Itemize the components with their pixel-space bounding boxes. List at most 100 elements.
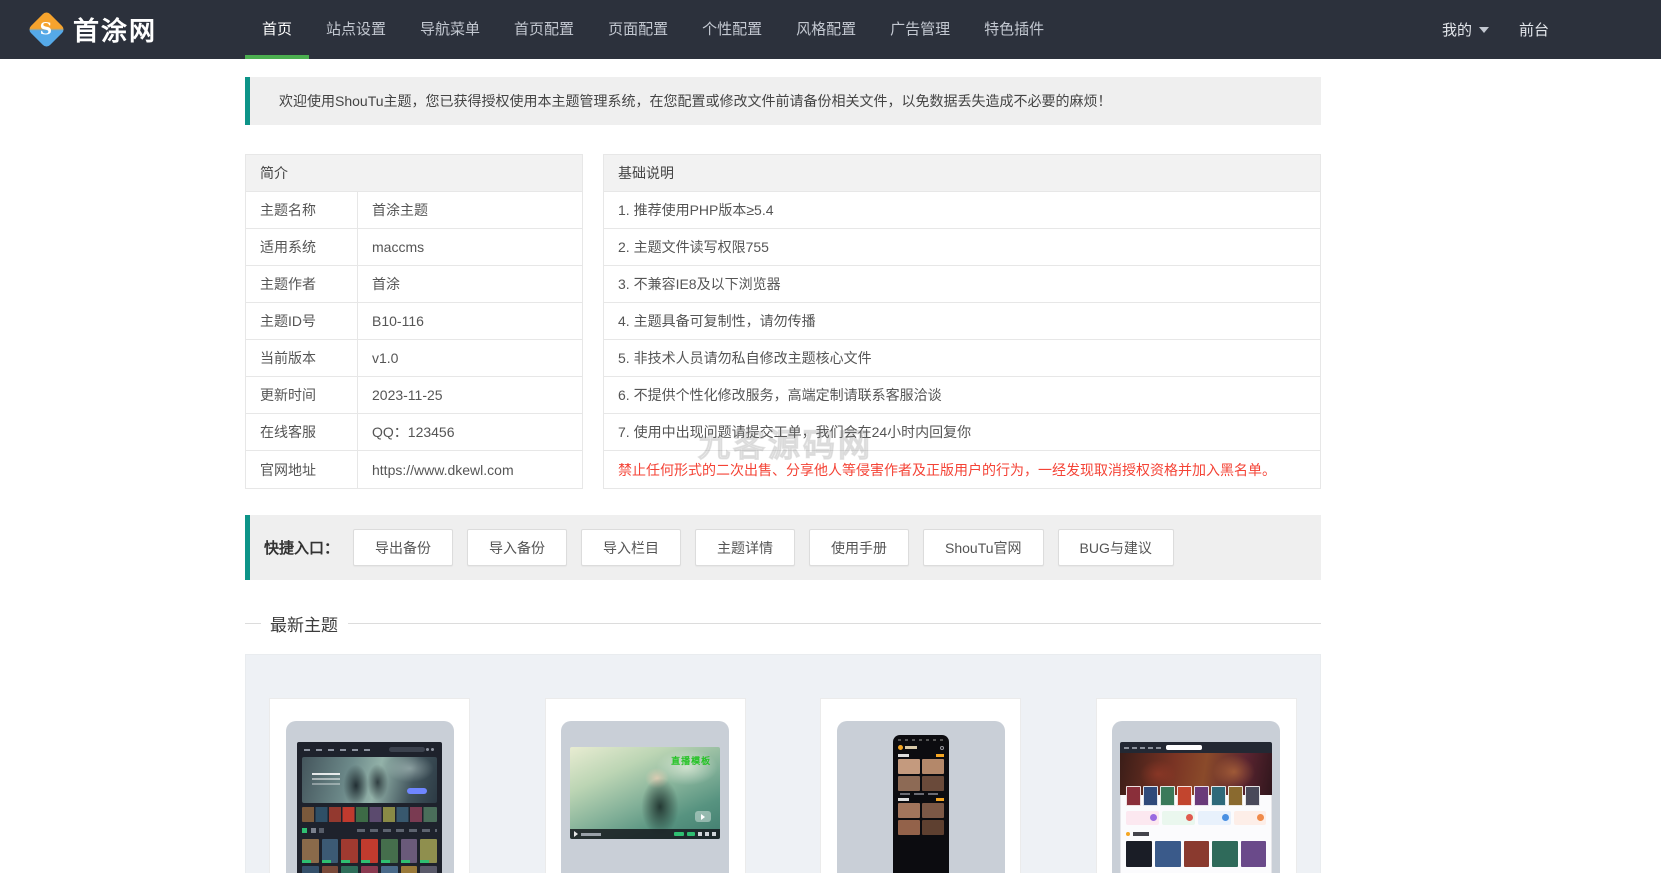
mock-poster-grid — [302, 839, 437, 873]
theme-screenshot-light-desktop — [1120, 742, 1272, 873]
table-row: 4. 主题具备可复制性，请勿传播 — [604, 303, 1320, 340]
nav-item-plugins[interactable]: 特色插件 — [967, 0, 1061, 59]
theme-screenshot-dark-desktop — [297, 742, 442, 873]
row-value: 首涂主题 — [358, 192, 582, 228]
main-content: 欢迎使用ShouTu主题，您已获得授权使用本主题管理系统，在您配置或修改文件前请… — [245, 59, 1321, 873]
nav-item-ad-manage[interactable]: 广告管理 — [873, 0, 967, 59]
note-text: 4. 主题具备可复制性，请勿传播 — [604, 303, 1320, 339]
row-value: QQ：123456 — [358, 414, 582, 450]
welcome-alert: 欢迎使用ShouTu主题，您已获得授权使用本主题管理系统，在您配置或修改文件前请… — [245, 77, 1321, 125]
mock-navbar — [302, 745, 437, 755]
mock-section-row — [898, 754, 944, 757]
nav-item-page-config[interactable]: 页面配置 — [591, 0, 685, 59]
mock-status-bar — [898, 739, 944, 741]
chevron-down-icon — [1479, 27, 1489, 33]
mock-search-pill — [1166, 745, 1202, 750]
table-row: 6. 不提供个性化修改服务，高端定制请联系客服洽谈 — [604, 377, 1320, 414]
table-row: 主题名称 首涂主题 — [246, 192, 582, 229]
frontend-link[interactable]: 前台 — [1519, 19, 1549, 40]
theme-preview-frame — [1112, 721, 1280, 873]
row-value: B10-116 — [358, 303, 582, 339]
notes-table-title: 基础说明 — [604, 155, 1320, 192]
quick-entry-bar: 快捷入口： 导出备份 导入备份 导入栏目 主题详情 使用手册 ShouTu官网 … — [245, 515, 1321, 580]
row-label: 在线客服 — [246, 414, 358, 450]
note-text: 3. 不兼容IE8及以下浏览器 — [604, 266, 1320, 302]
table-row: 7. 使用中出现问题请提交工单，我们会在24小时内回复你 — [604, 414, 1320, 451]
theme-preview-frame — [837, 721, 1005, 873]
row-value: 2023-11-25 — [358, 377, 582, 413]
mock-hero-banner — [302, 757, 437, 803]
theme-card-mobile-app[interactable] — [820, 698, 1021, 873]
nav-item-site-settings[interactable]: 站点设置 — [309, 0, 403, 59]
note-text: 6. 不提供个性化修改服务，高端定制请联系客服洽谈 — [604, 377, 1320, 413]
play-button-icon — [695, 811, 711, 822]
table-row: 禁止任何形式的二次出售、分享他人等侵害作者及正版用户的行为，一经发现取消授权资格… — [604, 451, 1320, 488]
table-row: 主题ID号 B10-116 — [246, 303, 582, 340]
top-navbar: S 首涂网 首页 站点设置 导航菜单 首页配置 页面配置 个性配置 风格配置 广… — [0, 0, 1661, 59]
nav-item-personal-config[interactable]: 个性配置 — [685, 0, 779, 59]
mock-thumbnail-strip — [302, 807, 437, 822]
row-label: 适用系统 — [246, 229, 358, 265]
theme-card-dark-desktop[interactable] — [269, 698, 470, 873]
mock-section-row — [898, 798, 944, 801]
mock-section-header — [302, 828, 437, 834]
nav-item-nav-menu[interactable]: 导航菜单 — [403, 0, 497, 59]
theme-details-button[interactable]: 主题详情 — [695, 529, 795, 566]
table-row: 官网地址 https://www.dkewl.com — [246, 451, 582, 488]
table-row: 3. 不兼容IE8及以下浏览器 — [604, 266, 1320, 303]
mock-poster-grid — [1120, 836, 1272, 867]
mock-tile-grid — [898, 803, 944, 835]
nav-item-home-config[interactable]: 首页配置 — [497, 0, 591, 59]
theme-preview-frame: 直播模板 — [561, 721, 729, 873]
note-text: 7. 使用中出现问题请提交工单，我们会在24小时内回复你 — [604, 414, 1320, 450]
nav-item-home[interactable]: 首页 — [245, 0, 309, 59]
mock-app-header — [898, 745, 944, 750]
theme-card-light-desktop[interactable] — [1096, 698, 1297, 873]
mock-poster-row — [1120, 786, 1272, 806]
mock-promo-cards — [1120, 806, 1272, 825]
welcome-alert-text: 欢迎使用ShouTu主题，您已获得授权使用本主题管理系统，在您配置或修改文件前请… — [279, 91, 1112, 111]
my-dropdown[interactable]: 我的 — [1442, 19, 1489, 40]
site-logo[interactable]: S 首涂网 — [0, 0, 245, 59]
intro-table: 简介 主题名称 首涂主题 适用系统 maccms 主题作者 首涂 主题ID号 B… — [245, 154, 583, 489]
import-backup-button[interactable]: 导入备份 — [467, 529, 567, 566]
row-value: maccms — [358, 229, 582, 265]
user-manual-button[interactable]: 使用手册 — [809, 529, 909, 566]
quick-entry-label: 快捷入口： — [264, 537, 339, 558]
theme-card-video-player[interactable]: 直播模板 — [545, 698, 746, 873]
table-row: 在线客服 QQ：123456 — [246, 414, 582, 451]
table-row: 适用系统 maccms — [246, 229, 582, 266]
bug-suggest-button[interactable]: BUG与建议 — [1058, 529, 1174, 566]
table-row: 2. 主题文件读写权限755 — [604, 229, 1320, 266]
export-backup-button[interactable]: 导出备份 — [353, 529, 453, 566]
warning-text: 禁止任何形式的二次出售、分享他人等侵害作者及正版用户的行为，一经发现取消授权资格… — [604, 451, 1320, 488]
import-columns-button[interactable]: 导入栏目 — [581, 529, 681, 566]
admin-page: S 首涂网 首页 站点设置 导航菜单 首页配置 页面配置 个性配置 风格配置 广… — [0, 0, 1661, 873]
logo-text: 首涂网 — [73, 11, 157, 48]
theme-screenshot-mobile-app — [893, 735, 949, 873]
row-label: 当前版本 — [246, 340, 358, 376]
row-label: 主题作者 — [246, 266, 358, 302]
table-row: 主题作者 首涂 — [246, 266, 582, 303]
table-row: 当前版本 v1.0 — [246, 340, 582, 377]
row-label: 主题名称 — [246, 192, 358, 228]
info-tables: 简介 主题名称 首涂主题 适用系统 maccms 主题作者 首涂 主题ID号 B… — [245, 154, 1321, 489]
table-row: 1. 推荐使用PHP版本≥5.4 — [604, 192, 1320, 229]
notes-table: 基础说明 1. 推荐使用PHP版本≥5.4 2. 主题文件读写权限755 3. … — [603, 154, 1321, 489]
official-site-button[interactable]: ShouTu官网 — [923, 529, 1044, 566]
main-menu: 首页 站点设置 导航菜单 首页配置 页面配置 个性配置 风格配置 广告管理 特色… — [245, 0, 1061, 59]
mock-section-header — [1120, 825, 1272, 836]
navbar-right: 我的 前台 — [1442, 0, 1661, 59]
latest-themes-title: 最新主题 — [245, 601, 1321, 645]
note-text: 2. 主题文件读写权限755 — [604, 229, 1320, 265]
note-text: 1. 推荐使用PHP版本≥5.4 — [604, 192, 1320, 228]
nav-item-style-config[interactable]: 风格配置 — [779, 0, 873, 59]
logo-diamond-icon: S — [27, 10, 65, 48]
theme-preview-frame — [286, 721, 454, 873]
row-label: 更新时间 — [246, 377, 358, 413]
row-value: 首涂 — [358, 266, 582, 302]
mock-navbar — [1120, 742, 1272, 753]
row-label: 主题ID号 — [246, 303, 358, 339]
row-label: 官网地址 — [246, 451, 358, 488]
mock-player-label: 直播模板 — [671, 754, 711, 767]
